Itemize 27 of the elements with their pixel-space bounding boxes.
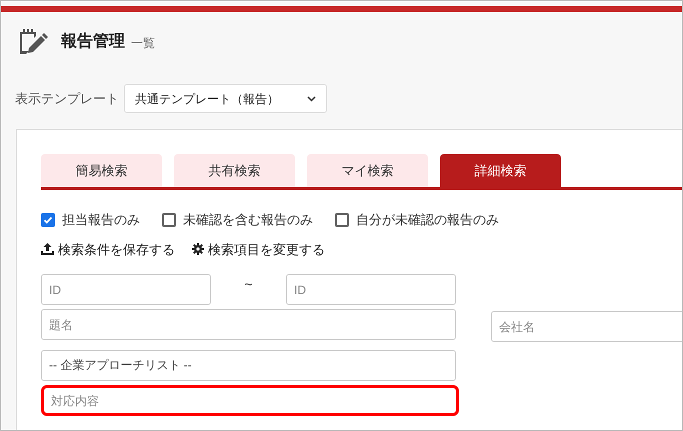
page-subtitle: 一覧 xyxy=(131,35,155,52)
action-link[interactable]: 検索条件を保存する xyxy=(41,240,175,259)
checkbox[interactable] xyxy=(335,212,349,227)
search-tab[interactable]: 共有検索 xyxy=(174,154,295,187)
gear-icon xyxy=(192,243,204,256)
chevron-down-icon xyxy=(307,96,316,102)
filter-label: 自分が未確認の報告のみ xyxy=(356,211,499,229)
checkbox[interactable] xyxy=(41,212,55,227)
template-label: 表示テンプレート xyxy=(15,90,119,108)
input-field[interactable]: 題名 xyxy=(41,309,456,340)
template-select[interactable]: 共通テンプレート（報告） xyxy=(124,84,327,113)
input-field[interactable]: ID xyxy=(286,274,456,305)
search-tab[interactable]: 詳細検索 xyxy=(440,154,561,187)
upload-icon xyxy=(41,243,54,256)
search-tab[interactable]: マイ検索 xyxy=(307,154,428,187)
search-tab[interactable]: 簡易検索 xyxy=(41,154,162,187)
page-title: 報告管理 xyxy=(61,31,125,52)
input-field[interactable]: 対応内容 xyxy=(41,385,459,416)
action-link[interactable]: 検索項目を変更する xyxy=(192,240,325,259)
input-field[interactable]: 会社名 xyxy=(491,311,682,342)
notepad-pencil-icon xyxy=(17,29,49,55)
range-separator: ~ xyxy=(243,275,254,294)
filter-label: 担当報告のみ xyxy=(62,211,140,229)
filter-label: 未確認を含む報告のみ xyxy=(183,211,313,229)
checkbox[interactable] xyxy=(162,212,176,227)
input-field[interactable]: -- 企業アプローチリスト -- xyxy=(41,350,456,381)
input-field[interactable]: ID xyxy=(41,274,211,305)
